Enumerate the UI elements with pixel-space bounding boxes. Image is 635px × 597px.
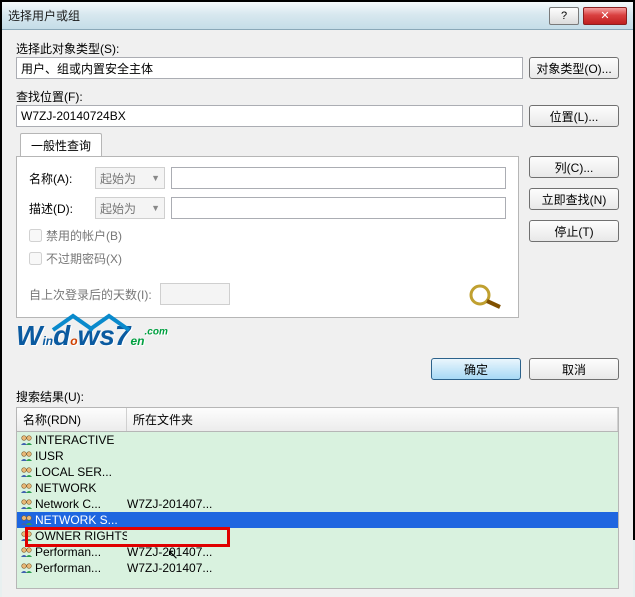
row-name: NETWORK S... bbox=[35, 513, 127, 527]
row-folder: W7ZJ-201407... bbox=[127, 545, 212, 559]
desc-input[interactable] bbox=[171, 197, 506, 219]
user-group-icon bbox=[19, 561, 35, 575]
help-button[interactable]: ? bbox=[549, 7, 579, 25]
columns-button[interactable]: 列(C)... bbox=[529, 156, 619, 178]
table-row[interactable]: Performan...W7ZJ-201407... bbox=[17, 544, 618, 560]
row-name: IUSR bbox=[35, 449, 127, 463]
ok-button[interactable]: 确定 bbox=[431, 358, 521, 380]
desc-match-combo[interactable]: 起始为▼ bbox=[95, 197, 165, 219]
table-row[interactable]: OWNER RIGHTS bbox=[17, 528, 618, 544]
close-button[interactable]: ✕ bbox=[583, 7, 627, 25]
row-name: Performan... bbox=[35, 545, 127, 559]
object-type-label: 选择此对象类型(S): bbox=[16, 40, 619, 57]
user-group-icon bbox=[19, 433, 35, 447]
table-row[interactable]: IUSR bbox=[17, 448, 618, 464]
row-name: Performan... bbox=[35, 561, 127, 575]
row-name: LOCAL SER... bbox=[35, 465, 127, 479]
non-expiring-label: 不过期密码(X) bbox=[46, 250, 122, 267]
table-row[interactable]: LOCAL SER... bbox=[17, 464, 618, 480]
results-header: 名称(RDN) 所在文件夹 bbox=[16, 407, 619, 431]
non-expiring-checkbox[interactable] bbox=[29, 252, 42, 265]
stop-button[interactable]: 停止(T) bbox=[529, 220, 619, 242]
cancel-button[interactable]: 取消 bbox=[529, 358, 619, 380]
disabled-accounts-checkbox[interactable] bbox=[29, 229, 42, 242]
column-name[interactable]: 名称(RDN) bbox=[17, 408, 127, 431]
disabled-accounts-label: 禁用的帐户(B) bbox=[46, 227, 122, 244]
find-icon bbox=[466, 283, 506, 309]
user-group-icon bbox=[19, 497, 35, 511]
chevron-down-icon: ▼ bbox=[151, 203, 160, 213]
tab-general-query[interactable]: 一般性查询 bbox=[20, 133, 102, 157]
chevron-down-icon: ▼ bbox=[151, 173, 160, 183]
days-since-logon-label: 自上次登录后的天数(I): bbox=[29, 286, 152, 303]
row-folder: W7ZJ-201407... bbox=[127, 561, 212, 575]
find-now-button[interactable]: 立即查找(N) bbox=[529, 188, 619, 210]
table-row[interactable]: NETWORK S... bbox=[17, 512, 618, 528]
user-group-icon bbox=[19, 481, 35, 495]
row-name: Network C... bbox=[35, 497, 127, 511]
table-row[interactable]: Performan...W7ZJ-201407... bbox=[17, 560, 618, 576]
user-group-icon bbox=[19, 465, 35, 479]
window-title: 选择用户或组 bbox=[8, 7, 549, 24]
title-bar: 选择用户或组 ? ✕ bbox=[2, 2, 633, 30]
results-grid[interactable]: ↖ INTERACTIVEIUSRLOCAL SER...NETWORKNetw… bbox=[16, 431, 619, 589]
query-panel: 名称(A): 起始为▼ 描述(D): 起始为▼ 禁用的帐户(B) 不过期密码(X… bbox=[16, 156, 519, 318]
object-type-input[interactable] bbox=[16, 57, 523, 79]
location-label: 查找位置(F): bbox=[16, 88, 619, 105]
table-row[interactable]: INTERACTIVE bbox=[17, 432, 618, 448]
row-name: OWNER RIGHTS bbox=[35, 529, 127, 543]
user-group-icon bbox=[19, 449, 35, 463]
name-input[interactable] bbox=[171, 167, 506, 189]
desc-label: 描述(D): bbox=[29, 200, 89, 217]
table-row[interactable]: NETWORK bbox=[17, 480, 618, 496]
user-group-icon bbox=[19, 513, 35, 527]
row-folder: W7ZJ-201407... bbox=[127, 497, 212, 511]
row-name: NETWORK bbox=[35, 481, 127, 495]
row-name: INTERACTIVE bbox=[35, 433, 127, 447]
user-group-icon bbox=[19, 545, 35, 559]
user-group-icon bbox=[19, 529, 35, 543]
days-stepper[interactable] bbox=[160, 283, 230, 305]
name-match-combo[interactable]: 起始为▼ bbox=[95, 167, 165, 189]
name-label: 名称(A): bbox=[29, 170, 89, 187]
column-folder[interactable]: 所在文件夹 bbox=[127, 408, 618, 431]
location-input[interactable] bbox=[16, 105, 523, 127]
object-types-button[interactable]: 对象类型(O)... bbox=[529, 57, 619, 79]
watermark-logo: Windows7en.com bbox=[16, 320, 619, 352]
search-results-label: 搜索结果(U): bbox=[16, 388, 619, 405]
locations-button[interactable]: 位置(L)... bbox=[529, 105, 619, 127]
table-row[interactable]: Network C...W7ZJ-201407... bbox=[17, 496, 618, 512]
dialog-body: 选择此对象类型(S): 对象类型(O)... 查找位置(F): 位置(L)...… bbox=[2, 30, 633, 597]
